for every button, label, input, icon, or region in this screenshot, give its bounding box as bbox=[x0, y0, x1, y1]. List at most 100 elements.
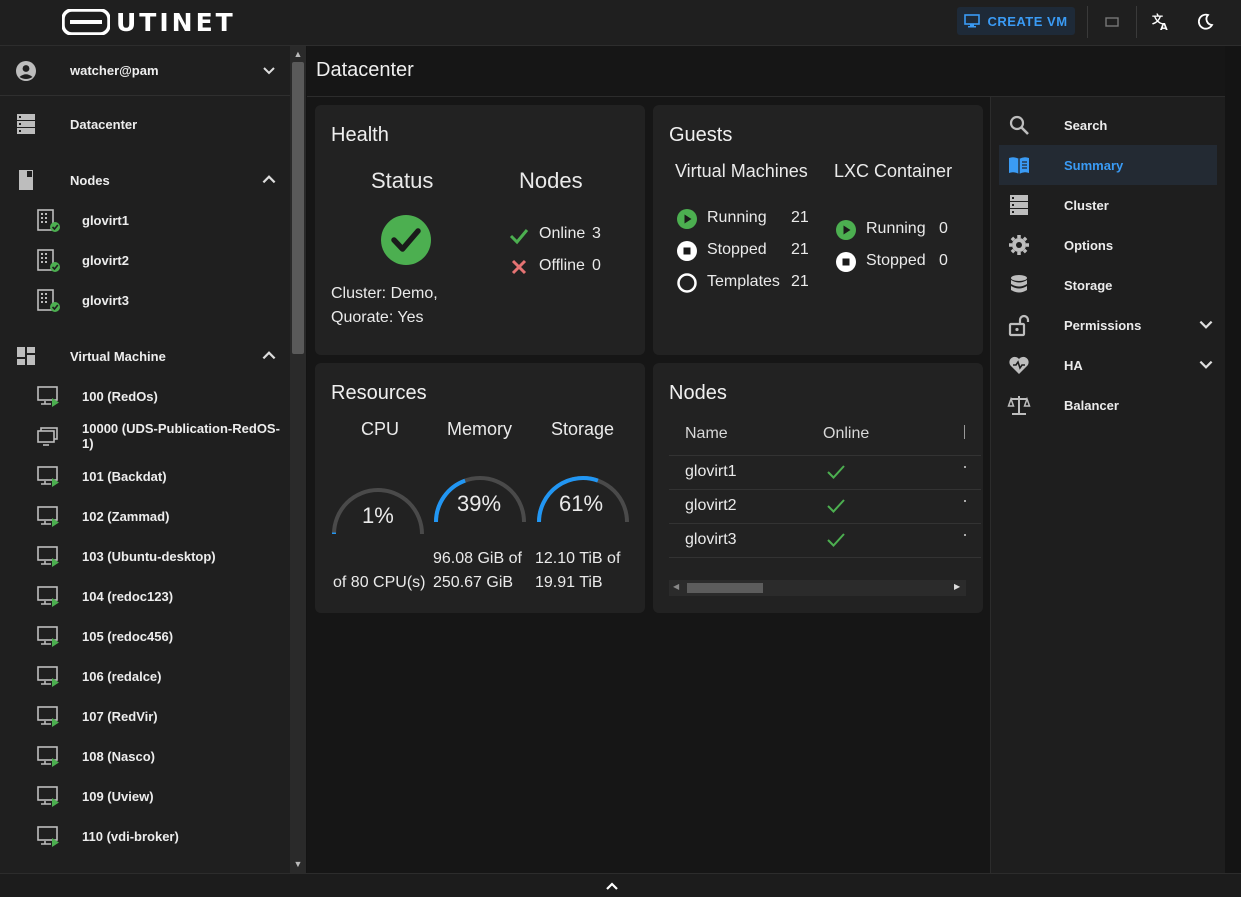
vm-running-icon bbox=[37, 826, 59, 847]
nav-item-ha[interactable]: HA bbox=[999, 345, 1217, 385]
chevron-up-icon[interactable] bbox=[260, 170, 278, 188]
sidebar-vm-item[interactable]: 102 (Zammad) bbox=[0, 496, 290, 536]
vm-stopped-label: Stopped bbox=[707, 241, 767, 258]
scroll-right-arrow-icon[interactable]: ▶ bbox=[954, 582, 960, 591]
theme-toggle-icon bbox=[1197, 13, 1214, 30]
sidebar-node-item[interactable]: glovirt2 bbox=[0, 240, 290, 280]
column-header-online[interactable]: Online bbox=[823, 425, 869, 443]
lxc-stopped-count: 0 bbox=[939, 252, 948, 269]
cpu-heading: CPU bbox=[361, 419, 400, 439]
column-header-name[interactable]: Name bbox=[685, 425, 728, 443]
nav-item-search[interactable]: Search bbox=[999, 105, 1217, 145]
user-menu[interactable]: watcher@pam bbox=[0, 46, 290, 96]
logo[interactable]: UTINET bbox=[62, 8, 236, 37]
sidebar-item-virtual-machine[interactable]: Virtual Machine bbox=[0, 336, 290, 376]
sidebar-vm-item[interactable]: 107 (RedVir) bbox=[0, 696, 290, 736]
sidebar-vm-item[interactable]: 108 (Nasco) bbox=[0, 736, 290, 776]
chevron-down-icon[interactable] bbox=[1197, 356, 1215, 374]
sidebar-vm-label: 107 (RedVir) bbox=[82, 708, 158, 724]
truncated-cell bbox=[964, 466, 966, 468]
node-online-icon bbox=[37, 249, 60, 272]
sidebar-vm-item[interactable]: 100 (RedOs) bbox=[0, 376, 290, 416]
check-icon bbox=[827, 499, 845, 513]
sidebar-item-nodes[interactable]: Nodes bbox=[0, 160, 290, 200]
sidebar-scrollbar-thumb[interactable] bbox=[292, 62, 304, 354]
play-circle-icon bbox=[677, 209, 697, 229]
vm-running-label: Running bbox=[707, 209, 767, 226]
chevron-up-icon[interactable] bbox=[260, 346, 278, 364]
sidebar-node-item[interactable]: glovirt1 bbox=[0, 200, 290, 240]
sidebar-vm-label: 106 (redalce) bbox=[82, 668, 162, 684]
table-horizontal-scrollbar[interactable]: ◀ ▶ bbox=[669, 580, 966, 596]
nodes-card-title: Nodes bbox=[669, 382, 727, 404]
storage-heading: Storage bbox=[551, 419, 615, 439]
right-edge bbox=[1225, 46, 1241, 873]
scale-icon bbox=[1007, 396, 1031, 415]
table-row[interactable]: glovirt2 bbox=[669, 490, 981, 524]
header-divider bbox=[1087, 6, 1088, 38]
sidebar-vm-item[interactable]: 101 (Backdat) bbox=[0, 456, 290, 496]
language-button[interactable]: 文 A bbox=[1149, 10, 1173, 34]
server-stack-icon bbox=[17, 114, 35, 134]
sidebar-node-label: glovirt1 bbox=[82, 212, 129, 228]
nav-item-label: Summary bbox=[1064, 157, 1124, 173]
create-vm-button[interactable]: CREATE VM bbox=[957, 7, 1075, 35]
storage-detail-total: 19.91 TiB bbox=[535, 574, 603, 591]
nav-item-cluster[interactable]: Cluster bbox=[999, 185, 1217, 225]
nav-item-balancer[interactable]: Balancer bbox=[999, 385, 1217, 425]
nav-item-permissions[interactable]: Permissions bbox=[999, 305, 1217, 345]
guests-card: Guests Virtual Machines LXC Container Ru… bbox=[653, 105, 983, 355]
sidebar-vm-item[interactable]: 105 (redoc456) bbox=[0, 616, 290, 656]
table-scrollbar-thumb[interactable] bbox=[687, 583, 763, 593]
vm-running-icon bbox=[37, 706, 59, 727]
sidebar-vm-label: 103 (Ubuntu-desktop) bbox=[82, 548, 216, 564]
chevron-down-icon[interactable] bbox=[1197, 316, 1215, 334]
scroll-down-arrow-icon[interactable]: ▼ bbox=[292, 858, 304, 870]
sidebar-vm-item[interactable]: 109 (Uview) bbox=[0, 776, 290, 816]
scroll-left-arrow-icon[interactable]: ◀ bbox=[673, 582, 679, 591]
window-toggle-button[interactable] bbox=[1100, 10, 1124, 34]
stop-circle-icon bbox=[677, 241, 697, 261]
nav-item-summary[interactable]: Summary bbox=[999, 145, 1217, 185]
chevron-up-icon[interactable] bbox=[604, 880, 620, 892]
server-stack-icon bbox=[1010, 195, 1028, 215]
offline-count: 0 bbox=[592, 257, 601, 274]
nav-item-label: Permissions bbox=[1064, 317, 1142, 333]
sidebar-vm-label: 102 (Zammad) bbox=[82, 508, 170, 524]
table-row[interactable]: glovirt3 bbox=[669, 524, 981, 558]
stop-circle-icon bbox=[836, 252, 856, 272]
nav-item-label: Search bbox=[1064, 117, 1108, 133]
sidebar-vm-item[interactable]: 10000 (UDS-Publication-RedOS-1) bbox=[0, 416, 290, 456]
nav-item-label: Storage bbox=[1064, 277, 1113, 293]
sidebar-vm-label: 108 (Nasco) bbox=[82, 748, 155, 764]
sidebar-node-item[interactable]: glovirt3 bbox=[0, 280, 290, 320]
sidebar-vm-label: 105 (redoc456) bbox=[82, 628, 174, 644]
node-name-cell: glovirt1 bbox=[685, 463, 737, 480]
resources-card-title: Resources bbox=[331, 382, 427, 404]
theme-toggle-button[interactable] bbox=[1193, 10, 1217, 34]
nav-item-options[interactable]: Options bbox=[999, 225, 1217, 265]
top-bar: UTINET CREATE VM 文 A bbox=[0, 0, 1241, 46]
translate-icon: 文 A bbox=[1152, 12, 1168, 32]
storage-detail: 12.10 TiB of bbox=[535, 550, 621, 567]
sidebar-item-datacenter[interactable]: Datacenter bbox=[0, 104, 290, 144]
truncated-cell bbox=[964, 534, 966, 536]
gear-icon bbox=[1009, 235, 1029, 255]
sidebar-vm-item[interactable]: 103 (Ubuntu-desktop) bbox=[0, 536, 290, 576]
dashboard-grid-icon bbox=[17, 347, 35, 365]
nav-item-storage[interactable]: Storage bbox=[999, 265, 1217, 305]
sidebar-vm-item[interactable]: 104 (redoc123) bbox=[0, 576, 290, 616]
sidebar-vm-item[interactable]: 110 (vdi-broker) bbox=[0, 816, 290, 856]
table-row[interactable]: glovirt1 bbox=[669, 456, 981, 490]
vm-stopped-count: 21 bbox=[791, 241, 809, 258]
resource-tree-sidebar: watcher@pam Datacenter Nodes glovirt1 glo… bbox=[0, 46, 290, 873]
sidebar-vm-label: 101 (Backdat) bbox=[82, 468, 167, 484]
window-icon bbox=[1105, 17, 1119, 27]
nav-item-label: Options bbox=[1064, 237, 1114, 253]
sidebar-vm-item[interactable]: 106 (redalce) bbox=[0, 656, 290, 696]
nodes-table-card: Nodes Name Online glovirt1 glovirt2 glovir… bbox=[653, 363, 983, 613]
scroll-up-arrow-icon[interactable]: ▲ bbox=[292, 48, 304, 60]
vm-running-icon bbox=[37, 746, 59, 767]
user-name: watcher@pam bbox=[70, 63, 159, 78]
health-card-title: Health bbox=[331, 124, 389, 146]
